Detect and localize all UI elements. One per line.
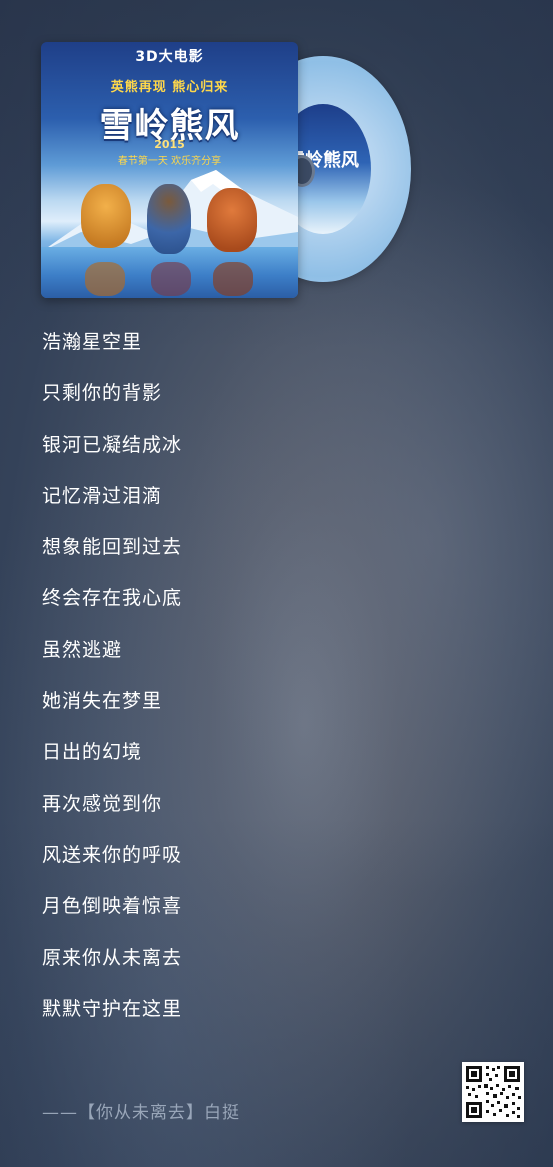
lyric-line: 只剩你的背影: [42, 382, 163, 405]
qr-code-graphic: [462, 1062, 524, 1122]
lyric-line: 浩瀚星空里: [42, 331, 143, 353]
vick-character-illustration: [147, 184, 191, 254]
lyric-line: 终会存在我心底: [42, 587, 183, 610]
bear-reflection: [85, 262, 125, 296]
lyric-line: 原来你从未离去: [42, 946, 183, 969]
bear-reflection: [213, 262, 253, 296]
bear-briar-illustration: [81, 184, 131, 248]
lyric-line: 月色倒映着惊喜: [42, 895, 183, 918]
album-year: 2015: [154, 138, 185, 151]
bear-bramble-illustration: [207, 188, 257, 252]
lyric-line: 她消失在梦里: [42, 690, 163, 713]
song-credit: ——【你从未离去】白挺: [42, 1103, 240, 1123]
vick-reflection: [151, 262, 191, 296]
qr-code-icon[interactable]: [462, 1062, 524, 1122]
lyric-line: 虽然逃避: [42, 638, 123, 661]
lyric-line: 默默守护在这里: [42, 997, 183, 1020]
album-cover[interactable]: 3D大电影 英熊再现 熊心归来 雪岭熊风 2015 春节第一天 欢乐齐分享: [41, 42, 298, 298]
lyric-line: 再次感觉到你: [42, 792, 163, 815]
lyric-line: 银河已凝结成冰: [42, 433, 183, 456]
lyric-line: 日出的幻境: [42, 741, 143, 764]
album-top-text: 3D大电影: [135, 49, 204, 65]
lyric-line: 想象能回到过去: [42, 536, 183, 559]
lyrics-list: 浩瀚星空里 只剩你的背影 银河已凝结成冰 记忆滑过泪滴 想象能回到过去 终会存在…: [42, 328, 182, 1046]
lyric-line: 风送来你的呼吸: [42, 843, 183, 866]
album-tagline: 英熊再现 熊心归来: [110, 80, 229, 95]
lyric-line: 记忆滑过泪滴: [42, 484, 163, 507]
